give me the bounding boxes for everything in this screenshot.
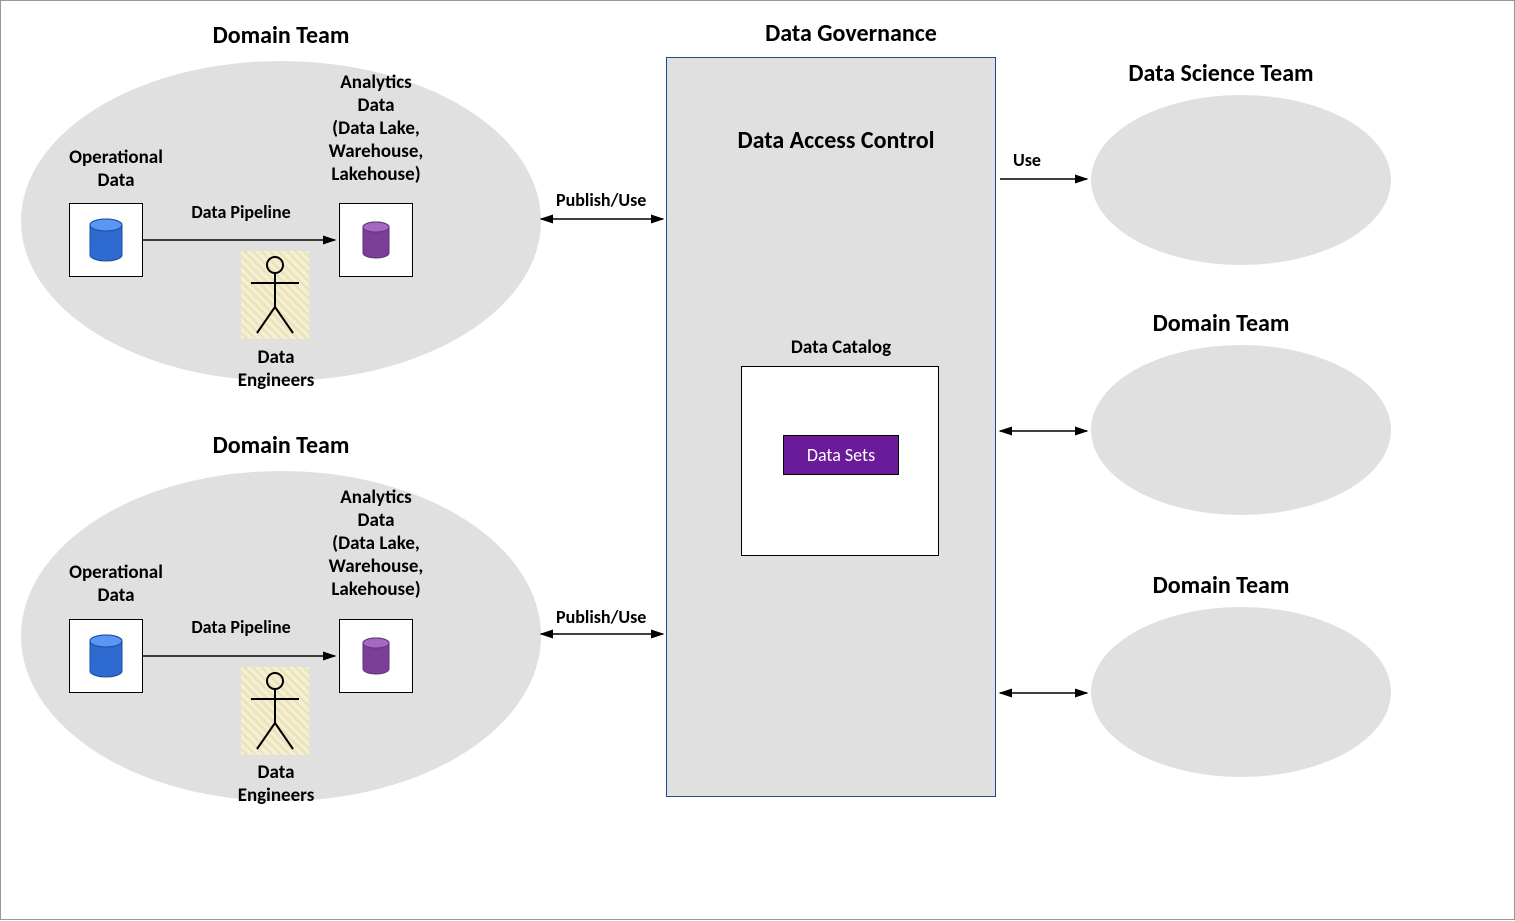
operational-db-1 bbox=[69, 203, 143, 277]
data-science-ellipse bbox=[1091, 95, 1391, 265]
domain-team-a-title: Domain Team bbox=[1121, 309, 1321, 338]
database-icon bbox=[86, 218, 126, 262]
engineer-figure-1 bbox=[241, 251, 309, 339]
analytics-data-label-1: Analytics Data (Data Lake, Warehouse, La… bbox=[296, 71, 456, 186]
pipeline-label-1: Data Pipeline bbox=[161, 201, 321, 223]
access-control-title: Data Access Control bbox=[716, 126, 956, 155]
operational-db-2 bbox=[69, 619, 143, 693]
person-icon bbox=[241, 667, 309, 755]
domain-team-1-title: Domain Team bbox=[171, 21, 391, 50]
database-icon bbox=[86, 634, 126, 678]
pipeline-label-2: Data Pipeline bbox=[161, 616, 321, 638]
analytics-db-1 bbox=[339, 203, 413, 277]
datasets-box: Data Sets bbox=[783, 435, 899, 475]
domain-team-b-ellipse bbox=[1091, 607, 1391, 777]
engineers-label-2: Data Engineers bbox=[206, 761, 346, 807]
domain-team-2-title: Domain Team bbox=[171, 431, 391, 460]
use-label: Use bbox=[1013, 149, 1041, 171]
data-science-title: Data Science Team bbox=[1091, 59, 1351, 88]
diagram-canvas: Domain Team Operational Data Analytics D… bbox=[0, 0, 1515, 920]
domain-team-b-title: Domain Team bbox=[1121, 571, 1321, 600]
database-icon bbox=[359, 221, 393, 259]
database-icon bbox=[359, 637, 393, 675]
operational-data-label-1: Operational Data bbox=[51, 146, 181, 192]
person-icon bbox=[241, 251, 309, 339]
datasets-label: Data Sets bbox=[807, 444, 875, 466]
operational-data-label-2: Operational Data bbox=[51, 561, 181, 607]
engineer-figure-2 bbox=[241, 667, 309, 755]
publish-use-label-1: Publish/Use bbox=[556, 189, 646, 211]
domain-team-a-ellipse bbox=[1091, 345, 1391, 515]
engineers-label-1: Data Engineers bbox=[206, 346, 346, 392]
analytics-db-2 bbox=[339, 619, 413, 693]
governance-title: Data Governance bbox=[721, 19, 981, 48]
catalog-title: Data Catalog bbox=[771, 336, 911, 359]
publish-use-label-2: Publish/Use bbox=[556, 606, 646, 628]
analytics-data-label-2: Analytics Data (Data Lake, Warehouse, La… bbox=[296, 486, 456, 601]
